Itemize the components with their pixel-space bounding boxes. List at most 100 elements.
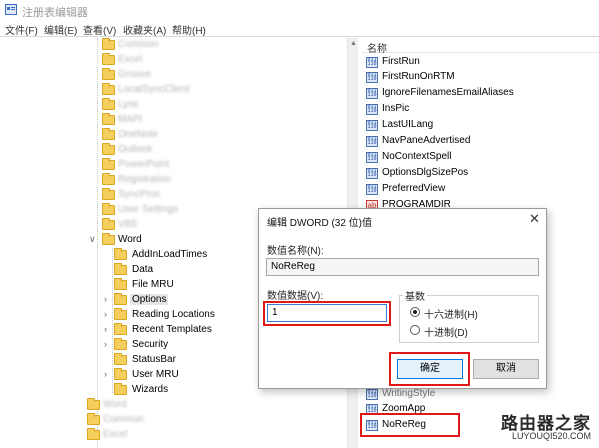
close-icon[interactable]: ✕ — [529, 211, 540, 227]
value-name: NavPaneAdvertised — [382, 135, 471, 146]
dword-value-icon: 011 110 — [366, 184, 378, 195]
chevron-right-icon[interactable]: › — [104, 324, 107, 334]
tree-item-label: Recent Templates — [132, 324, 212, 335]
value-row[interactable]: 011 110 NavPaneAdvertised — [362, 134, 599, 149]
folder-icon — [102, 53, 115, 65]
value-row[interactable]: 011 110 OptionsDlgSizePos — [362, 166, 599, 181]
value-name: IgnoreFilenamesEmailAliases — [382, 87, 514, 98]
menu-view[interactable]: 查看(V) — [83, 22, 116, 37]
value-name: InsPic — [382, 103, 410, 114]
radio-hex-label[interactable]: 十六进制(H) — [424, 306, 478, 321]
site-watermark: 路由器之家 LUYOUQI520.COM — [468, 405, 599, 448]
menu-bar: 文件(F) 编辑(E) 查看(V) 收藏夹(A) 帮助(H) — [0, 20, 599, 37]
tree-item-label: Word — [118, 234, 142, 245]
tree-item[interactable]: Excel — [75, 428, 325, 443]
tree-item-label: Common — [103, 414, 144, 425]
tree-item[interactable]: MAPI — [88, 113, 338, 128]
folder-icon — [87, 413, 100, 425]
dword-value-icon: 011 110 — [366, 152, 378, 163]
dword-value-icon: 011 110 — [366, 168, 378, 179]
value-row[interactable]: 011 110 NoContextSpell — [362, 150, 599, 165]
radio-decimal[interactable] — [410, 325, 420, 335]
folder-icon — [87, 398, 100, 410]
tree-item-label: Word — [103, 399, 127, 410]
menu-file[interactable]: 文件(F) — [5, 22, 38, 37]
folder-icon — [102, 83, 115, 95]
tree-item-label: Data — [132, 264, 154, 275]
tree-item-label: StatusBar — [132, 354, 176, 365]
dword-value-icon: 011 110 — [366, 120, 378, 131]
tree-item[interactable]: OneNote — [88, 128, 338, 143]
cancel-button[interactable]: 取消 — [473, 359, 539, 379]
regedit-app-icon — [5, 4, 17, 15]
chevron-down-icon[interactable]: ∨ — [89, 234, 96, 245]
tree-item[interactable]: Common — [75, 413, 325, 428]
value-row[interactable]: 011 110 InsPic — [362, 102, 599, 117]
tree-item-label: LocalSyncClient — [118, 84, 190, 95]
tree-item[interactable]: Lync — [88, 98, 338, 113]
tree-item-label: PowerPoint — [118, 159, 170, 170]
folder-icon — [102, 203, 115, 215]
value-row[interactable]: 011 110 IgnoreFilenamesEmailAliases — [362, 86, 599, 101]
value-row[interactable]: 011 110 LastUILang — [362, 118, 599, 133]
tree-item[interactable]: Word — [75, 398, 325, 413]
tree-item-label: Registration — [118, 174, 172, 185]
menu-edit[interactable]: 编辑(E) — [44, 22, 77, 37]
value-row[interactable]: 011 110 PreferredView — [362, 182, 599, 197]
tree-item-label: Options — [130, 294, 169, 305]
value-name: OptionsDlgSizePos — [382, 167, 469, 178]
menu-favorites[interactable]: 收藏夹(A) — [123, 22, 166, 37]
tree-item-label: MAPI — [118, 114, 143, 125]
tree-item[interactable]: Registration — [88, 173, 338, 188]
folder-icon — [102, 173, 115, 185]
folder-icon — [114, 308, 127, 320]
watermark-url: LUYOUQI520.COM — [511, 431, 591, 441]
folder-icon — [102, 38, 115, 50]
tree-item[interactable]: PowerPoint — [88, 158, 338, 173]
folder-icon — [102, 143, 115, 155]
tree-item[interactable]: LocalSyncClient — [88, 83, 338, 98]
folder-icon — [102, 158, 115, 170]
column-header-label: 名称 — [367, 44, 387, 55]
dword-value-icon: 011 110 — [366, 136, 378, 147]
dword-value-icon: 011 110 — [366, 72, 378, 83]
noreg-highlight-box — [360, 413, 460, 437]
tree-item-label: User Settings — [118, 204, 179, 215]
column-header-name[interactable]: 名称 — [362, 38, 599, 55]
folder-icon — [102, 188, 115, 200]
tree-item[interactable]: Groove — [88, 68, 338, 83]
radio-decimal-label[interactable]: 十进制(D) — [424, 324, 468, 339]
menu-help[interactable]: 帮助(H) — [172, 22, 206, 37]
value-row[interactable]: 011 110 FirstRun — [362, 55, 599, 70]
chevron-right-icon[interactable]: › — [104, 339, 107, 349]
value-data-input[interactable]: 1 — [267, 304, 387, 322]
value-row[interactable]: 011 110 FirstRunOnRTM — [362, 70, 599, 85]
tree-item-label: Security — [132, 339, 169, 350]
radio-hex[interactable] — [410, 307, 420, 317]
dword-value-icon: 011 110 — [366, 104, 378, 115]
ok-button[interactable]: 确定 — [397, 359, 463, 379]
value-row[interactable]: 011 110 WritingStyle — [362, 387, 599, 402]
tree-item[interactable]: Outlook — [88, 143, 338, 158]
tree-item-label: Groove — [118, 69, 151, 80]
window-title: 注册表编辑器 — [22, 7, 88, 19]
folder-icon — [102, 113, 115, 125]
folder-icon — [102, 68, 115, 80]
folder-icon — [102, 128, 115, 140]
dialog-title: 编辑 DWORD (32 位)值 — [267, 218, 372, 229]
tree-item[interactable]: SyncProc — [88, 188, 338, 203]
chevron-right-icon[interactable]: › — [104, 294, 107, 304]
chevron-right-icon[interactable]: › — [104, 309, 107, 319]
folder-icon — [114, 368, 127, 380]
tree-item[interactable]: Common — [88, 38, 338, 53]
tree-item-label: Reading Locations — [132, 309, 215, 320]
value-data-label: 数值数据(V): — [267, 291, 324, 302]
tree-item[interactable]: Excel — [88, 53, 338, 68]
chevron-right-icon[interactable]: › — [104, 369, 107, 379]
tree-item-label: OneNote — [118, 129, 159, 140]
value-name-field[interactable]: NoReReg — [266, 258, 539, 276]
folder-icon — [102, 218, 115, 230]
folder-icon — [114, 323, 127, 335]
scroll-up-arrow-icon[interactable]: ▲ — [350, 40, 357, 47]
dword-value-icon: 011 110 — [366, 57, 378, 68]
